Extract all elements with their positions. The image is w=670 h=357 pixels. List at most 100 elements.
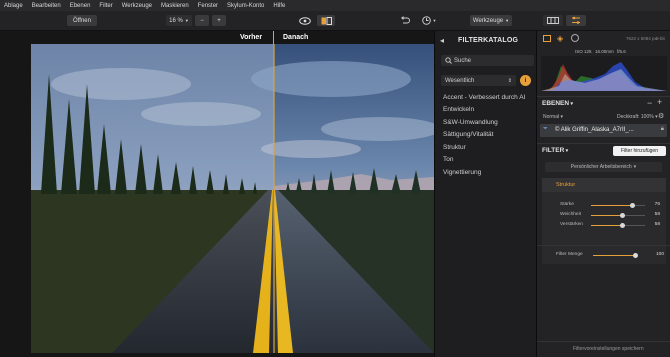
catalog-item[interactable]: Sättigung/Vitalität — [443, 131, 493, 138]
filmstrip-icon — [547, 17, 559, 24]
menu-fenster[interactable]: Fenster — [198, 3, 218, 9]
slider-knob[interactable] — [629, 203, 635, 208]
filter-title[interactable]: FILTER ▾ — [542, 147, 568, 154]
add-filter-button[interactable]: Filter hinzufügen — [613, 146, 666, 156]
menu-maskieren[interactable]: Maskieren — [161, 3, 189, 9]
layers-title[interactable]: EBENEN ▾ — [542, 100, 573, 107]
slider-staerke[interactable]: Stärke 76 — [560, 202, 660, 209]
slider-track[interactable] — [591, 213, 645, 218]
slider-label: Verstärken — [560, 222, 583, 227]
structure-filter-header[interactable]: Struktur — [542, 178, 666, 192]
tools-label: Werkzeuge — [472, 17, 504, 24]
zoom-out-button[interactable]: − — [195, 15, 209, 26]
menu-werkzeuge[interactable]: Werkzeuge — [122, 3, 152, 9]
layers-title-text: EBENEN — [542, 100, 570, 107]
layout-button[interactable] — [543, 15, 563, 26]
remove-layer-button[interactable]: − — [647, 98, 652, 108]
catalog-item[interactable]: S&W-Umwandlung — [443, 119, 498, 126]
slider-value: 76 — [654, 202, 660, 207]
chevron-down-icon: ▾ — [564, 148, 569, 154]
layer-name: © Alik Griffin_Alaska_A7rII_... — [555, 127, 634, 133]
chevron-down-icon: ▼ — [432, 18, 437, 23]
info-button[interactable]: i — [520, 75, 531, 86]
category-select[interactable]: Wesentlich ⇕ — [441, 75, 516, 86]
save-presets-label: Filtervoreinstellungen speichern — [573, 346, 644, 352]
slider-knob[interactable] — [619, 213, 625, 218]
image-icon[interactable] — [543, 35, 551, 42]
gear-icon[interactable]: ⚙ — [658, 112, 664, 120]
filter-title-text: FILTER — [542, 147, 565, 154]
slider-knob[interactable] — [619, 223, 625, 228]
catalog-item[interactable]: Struktur — [443, 144, 466, 151]
before-label: Vorher — [240, 34, 263, 41]
workspace-value: Persönlicher Arbeitsbereich — [570, 164, 632, 170]
chevron-down-icon: ▾ — [633, 164, 637, 170]
filter-amount-track[interactable] — [593, 253, 638, 258]
adjustments-button[interactable] — [566, 15, 586, 26]
save-presets-button[interactable]: Filtervoreinstellungen speichern — [573, 346, 644, 352]
slider-fill — [591, 215, 623, 216]
histogram — [541, 56, 667, 91]
filter-amount-row[interactable]: Filter Menge 100 — [556, 252, 664, 259]
catalog-item[interactable]: Ton — [443, 156, 453, 163]
layers-icon[interactable]: ◈ — [557, 34, 563, 43]
compare-split-line[interactable] — [273, 31, 274, 44]
iso-value: ISO 125 — [575, 49, 592, 54]
slider-track[interactable] — [591, 203, 645, 208]
zoom-select[interactable]: 16 % ▼ — [166, 15, 192, 26]
back-arrow-icon[interactable]: ◂ — [440, 36, 444, 45]
search-placeholder: Suche — [454, 57, 472, 64]
opacity-control[interactable]: Deckkraft: 100% ▾ — [617, 114, 658, 120]
updown-icon: ⇕ — [507, 77, 512, 84]
info-circle-icon[interactable] — [571, 34, 579, 42]
preview-eye-button[interactable] — [296, 15, 314, 26]
add-filter-label: Filter hinzufügen — [621, 148, 658, 154]
layer-row[interactable]: ⏷ © Alik Griffin_Alaska_A7rII_... 🔒︎ — [540, 124, 667, 137]
slider-weichheit[interactable]: Weichheit 58 — [560, 212, 660, 219]
blend-mode-value: Normal — [543, 114, 560, 120]
chevron-down-icon: ▼ — [184, 18, 189, 23]
catalog-item[interactable]: Vignettierung — [443, 169, 481, 176]
lock-icon[interactable]: 🔒︎ — [661, 126, 664, 133]
focal-length: 16.00mm — [595, 49, 614, 54]
chevron-down-icon: ▼ — [505, 18, 510, 23]
menu-bearbeiten[interactable]: Bearbeiten — [32, 3, 61, 9]
slider-verstaerken[interactable]: Verstärken 58 — [560, 222, 660, 229]
blend-mode[interactable]: Normal ▾ — [543, 114, 563, 120]
add-layer-button[interactable]: + — [657, 97, 662, 107]
undo-button[interactable] — [396, 15, 414, 26]
photo-preview[interactable] — [31, 44, 434, 353]
search-input[interactable]: Suche — [441, 55, 534, 66]
zoom-in-button[interactable]: + — [212, 15, 226, 26]
slider-label: Stärke — [560, 202, 574, 207]
slider-fill — [591, 225, 623, 226]
compare-button[interactable] — [317, 15, 335, 26]
menu-skylum-konto[interactable]: Skylum-Konto — [227, 3, 264, 9]
chevron-down-icon: ▾ — [569, 101, 573, 107]
menu-filter[interactable]: Filter — [99, 3, 112, 9]
history-button[interactable]: ▼ — [418, 15, 440, 26]
filter-amount-knob[interactable] — [632, 253, 638, 258]
undo-icon — [401, 16, 410, 24]
menu-ablage[interactable]: Ablage — [4, 3, 23, 9]
image-dimensions: 7622 x 5084 px — [626, 36, 657, 41]
catalog-item[interactable]: Entwickeln — [443, 106, 474, 113]
slider-track[interactable] — [591, 223, 645, 228]
divider — [537, 341, 670, 342]
right-panel: ◈ 7622 x 5084 px 8-bit ISO 125 16.00mm f… — [537, 31, 670, 357]
sliders-icon — [572, 16, 580, 24]
info-icon: i — [524, 77, 527, 84]
catalog-item[interactable]: Accent - Verbessert durch AI — [443, 94, 525, 101]
layer-visibility-icon[interactable]: ⏷ — [543, 126, 548, 133]
menu-ebenen[interactable]: Ebenen — [70, 3, 91, 9]
slider-fill — [591, 205, 633, 206]
tools-dropdown[interactable]: Werkzeuge ▼ — [470, 15, 512, 26]
slider-value: 58 — [654, 212, 660, 217]
workspace-select[interactable]: Persönlicher Arbeitsbereich ▾ — [545, 162, 662, 172]
open-button[interactable]: Öffnen — [67, 15, 97, 26]
clock-icon — [421, 16, 431, 25]
menu-hilfe[interactable]: Hilfe — [273, 3, 285, 9]
category-value: Wesentlich — [445, 77, 475, 84]
search-icon — [445, 57, 452, 64]
toolbar: Öffnen 16 % ▼ − + ▼ Werkzeuge ▼ — [0, 11, 670, 31]
